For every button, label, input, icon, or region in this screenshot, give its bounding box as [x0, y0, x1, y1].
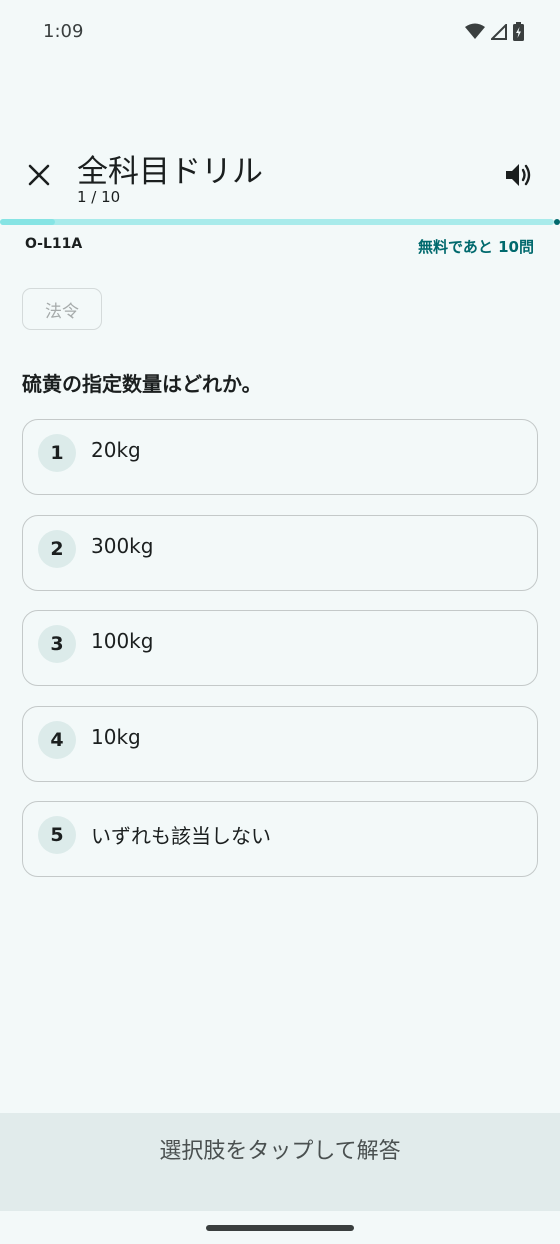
choice-number: 4: [38, 720, 76, 759]
choice-number: 3: [38, 625, 76, 663]
volume-button[interactable]: [500, 158, 538, 196]
progress-bar: [0, 219, 554, 225]
choice-number: 2: [38, 529, 76, 568]
home-indicator[interactable]: [206, 1225, 354, 1231]
choice-number: 1: [38, 434, 76, 472]
answer-instruction-bar: 選択肢をタップして解答: [0, 1113, 560, 1211]
progress-end-dot: [554, 219, 560, 225]
status-time: 1:09: [43, 21, 84, 42]
choice-option[interactable]: 5 いずれも該当しない: [22, 801, 538, 877]
volume-icon: [505, 162, 533, 192]
status-bar: 1:09: [0, 0, 560, 66]
choice-option[interactable]: 3 100kg: [22, 610, 538, 686]
free-remaining-label: 無料であと 10問: [418, 238, 534, 256]
choice-text: 300kg: [91, 533, 154, 558]
close-icon: [28, 164, 50, 190]
close-button[interactable]: [20, 158, 58, 196]
app-bar: 全科目ドリル 1 / 10: [0, 140, 560, 216]
question-id: O-L11A: [25, 236, 83, 252]
choice-list: 1 20kg 2 300kg 3 100kg 4 10kg 5 いずれも該当しな…: [22, 419, 538, 897]
choice-number: 5: [38, 816, 76, 854]
battery-charging-icon: [513, 22, 524, 45]
choice-text: いずれも該当しない: [91, 824, 271, 848]
choice-text: 10kg: [91, 724, 141, 749]
choice-option[interactable]: 4 10kg: [22, 705, 538, 782]
choice-option[interactable]: 2 300kg: [22, 514, 538, 591]
question-text: 硫黄の指定数量はどれか。: [22, 372, 262, 396]
cellular-signal-icon: [489, 22, 507, 44]
choice-text: 100kg: [91, 629, 154, 653]
answer-instruction: 選択肢をタップして解答: [159, 1139, 401, 1164]
category-chip: 法令: [22, 288, 102, 330]
progress-fill: [0, 219, 56, 225]
question-progress-label: 1 / 10: [77, 188, 121, 206]
choice-text: 20kg: [91, 438, 141, 462]
status-icons: [465, 22, 524, 45]
wifi-icon: [465, 23, 485, 44]
page-title: 全科目ドリル: [77, 154, 263, 190]
choice-option[interactable]: 1 20kg: [22, 419, 538, 495]
